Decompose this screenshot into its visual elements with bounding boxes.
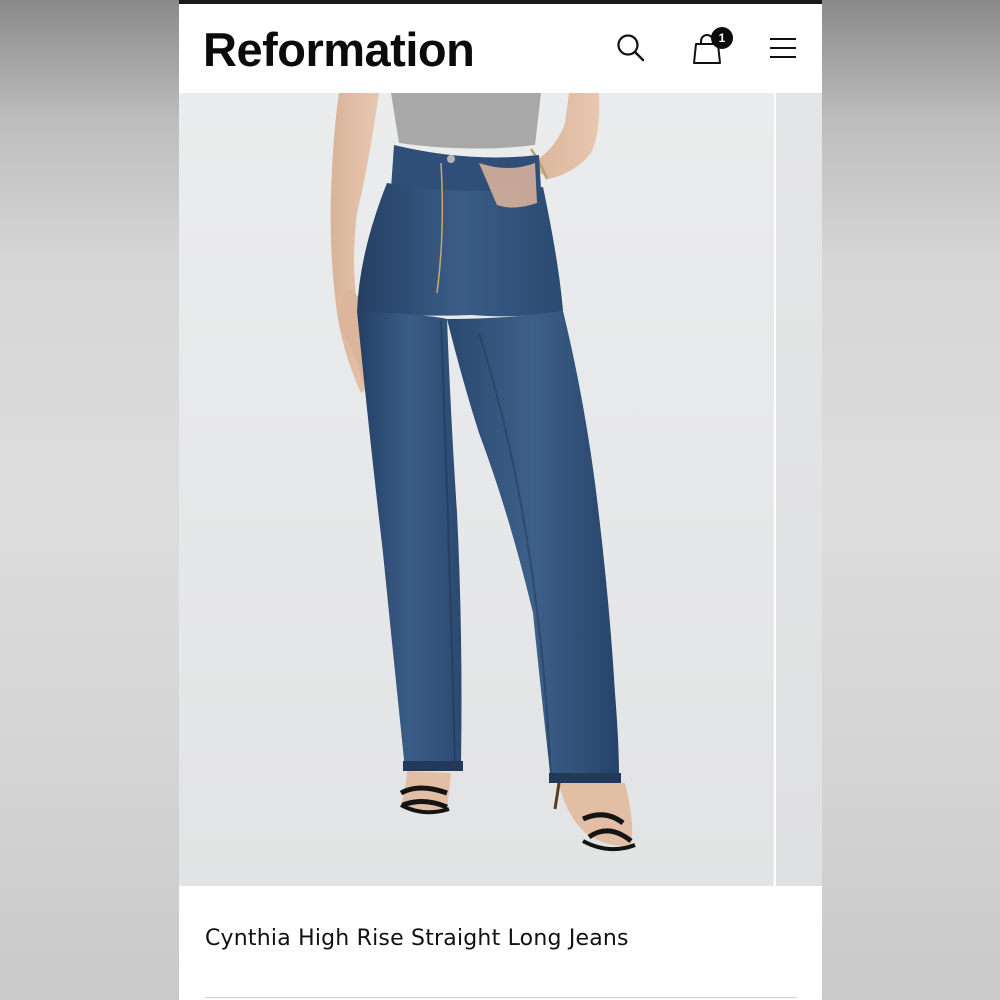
site-header: Reformation 1 (179, 4, 822, 93)
product-title: Cynthia High Rise Straight Long Jeans (205, 926, 629, 951)
hamburger-menu-icon (770, 38, 796, 58)
product-image-carousel[interactable] (179, 93, 822, 886)
next-image-peek[interactable] (776, 93, 822, 886)
cart-button[interactable]: 1 (689, 27, 733, 66)
search-button[interactable] (613, 30, 649, 66)
model-wearing-jeans-illustration (330, 93, 636, 852)
search-icon (617, 34, 645, 62)
product-page: Reformation 1 Cynthia High Rise Straight… (179, 0, 822, 1000)
product-image[interactable] (179, 93, 773, 886)
section-divider (205, 997, 797, 998)
menu-button[interactable] (765, 30, 801, 66)
cart-count-badge: 1 (711, 27, 733, 49)
brand-logo[interactable]: Reformation (203, 22, 475, 78)
